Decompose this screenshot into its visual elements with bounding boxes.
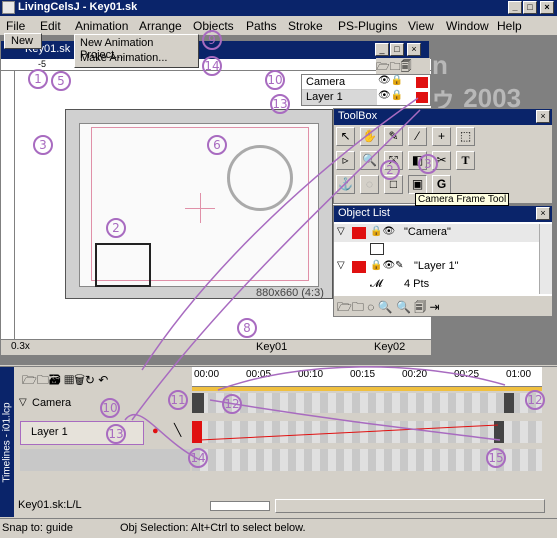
- annotation-2: 2: [106, 218, 126, 238]
- annotation-6: 6: [207, 135, 227, 155]
- annotation-15: 15: [486, 448, 506, 468]
- annotation-10: 10: [265, 70, 285, 90]
- annotation-13: 13: [270, 94, 290, 114]
- annotation-11: 11: [168, 390, 188, 410]
- annotation-5: 5: [51, 71, 71, 91]
- annotation-12: 12: [525, 390, 545, 410]
- annotation-1: 1: [28, 69, 48, 89]
- annotation-12: 12: [222, 394, 242, 414]
- annotation-9: 9: [202, 30, 222, 50]
- annotation-16: 14: [202, 56, 222, 76]
- annotation-3: 3: [33, 135, 53, 155]
- annotation-14: 14: [188, 448, 208, 468]
- annotation-3: 3: [418, 154, 438, 174]
- annotation-2: 2: [380, 160, 400, 180]
- annotation-8: 8: [237, 318, 257, 338]
- annotation-13: 13: [106, 424, 126, 444]
- annotation-10: 10: [100, 398, 120, 418]
